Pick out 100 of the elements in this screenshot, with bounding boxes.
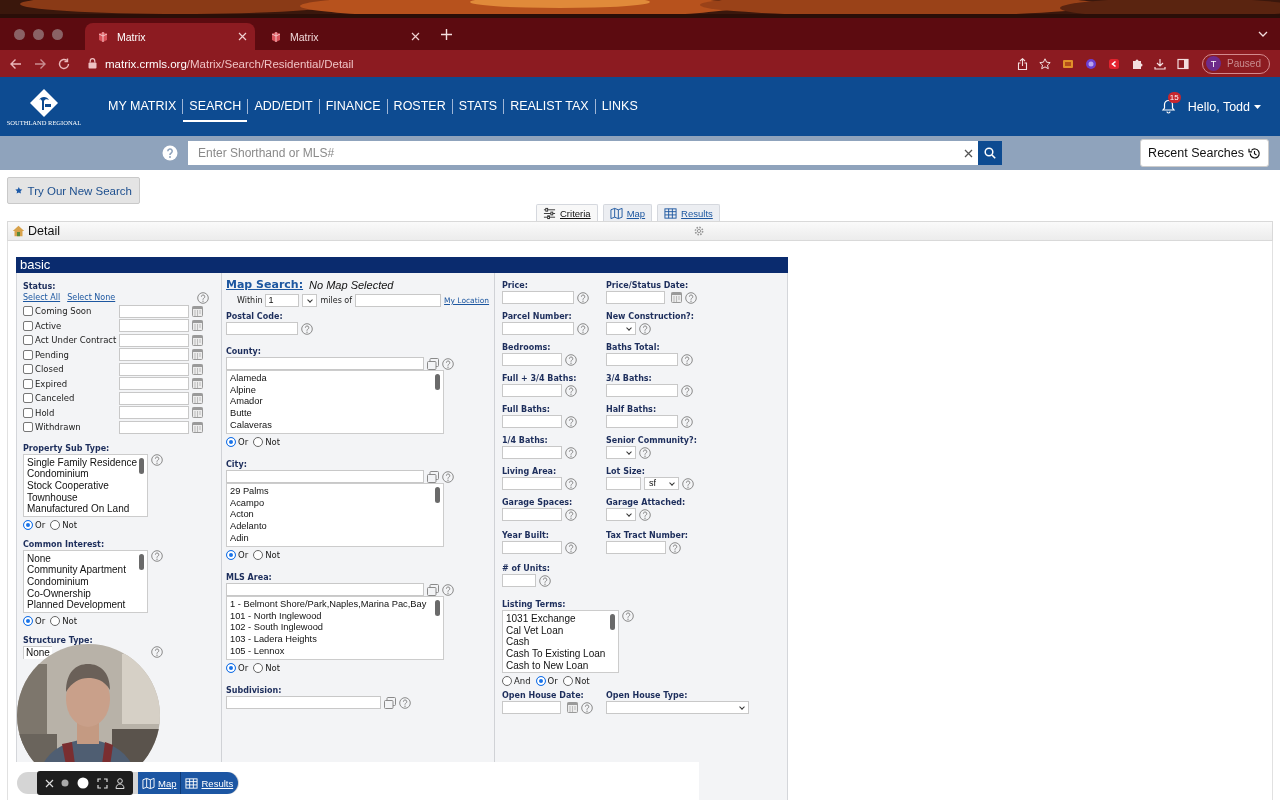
- help-icon[interactable]: [669, 541, 681, 554]
- input-field[interactable]: [355, 294, 442, 307]
- settings-icon[interactable]: [693, 225, 705, 237]
- lookup-icon[interactable]: [427, 583, 439, 596]
- help-icon[interactable]: [151, 645, 163, 658]
- radio-button[interactable]: [253, 550, 264, 560]
- list-box[interactable]: 1031 Exchange Cal Vet Loan Cash Cash To Existing Loan Cash to New Loan: [502, 610, 619, 673]
- help-icon[interactable]: [681, 384, 693, 397]
- chevron-icon[interactable]: [1258, 31, 1268, 37]
- help-icon[interactable]: [577, 322, 589, 335]
- help-icon[interactable]: [539, 574, 551, 587]
- input-field[interactable]: [502, 446, 562, 459]
- list-option[interactable]: Manufactured On Land: [27, 503, 130, 515]
- help-icon[interactable]: [681, 353, 693, 366]
- help-icon[interactable]: [151, 453, 163, 466]
- help-icon[interactable]: [622, 610, 634, 622]
- calendar-icon[interactable]: [192, 305, 203, 317]
- address-text[interactable]: matrix.crmls.org/Matrix/Search/Residential/Detail: [105, 57, 354, 70]
- calendar-icon[interactable]: [192, 392, 203, 404]
- extension-icon[interactable]: [1108, 57, 1121, 70]
- input-field[interactable]: [606, 415, 678, 428]
- nav-link[interactable]: REALIST TAX: [504, 99, 595, 122]
- view-tab[interactable]: Criteria: [536, 204, 598, 221]
- help-icon[interactable]: [639, 322, 651, 335]
- download-icon[interactable]: [1154, 57, 1167, 70]
- list-option[interactable]: Acampo: [230, 497, 265, 510]
- radio-button[interactable]: [253, 437, 264, 447]
- dropdown[interactable]: [606, 322, 636, 335]
- star-icon[interactable]: [1039, 57, 1052, 70]
- list-option[interactable]: Planned Development: [27, 599, 126, 611]
- input-field[interactable]: [502, 353, 562, 366]
- radio-button[interactable]: [226, 437, 236, 447]
- list-option[interactable]: Butte: [230, 408, 252, 420]
- lookup-icon[interactable]: [427, 357, 439, 370]
- checkbox[interactable]: [23, 349, 33, 360]
- search-field[interactable]: Enter Shorthand or MLS#: [188, 141, 958, 165]
- list-option[interactable]: Single Family Residence: [27, 456, 138, 469]
- input-field[interactable]: [502, 701, 561, 714]
- help-icon[interactable]: [577, 291, 589, 304]
- input-field[interactable]: [502, 541, 562, 554]
- help-icon[interactable]: [565, 477, 577, 490]
- radio-button[interactable]: [535, 676, 546, 686]
- close-icon[interactable]: [411, 32, 420, 41]
- list-option[interactable]: Townhouse: [27, 491, 78, 504]
- checkbox[interactable]: [23, 393, 33, 404]
- list-option[interactable]: Alameda: [230, 373, 267, 385]
- list-option[interactable]: Adin: [230, 532, 249, 545]
- calendar-icon[interactable]: [192, 334, 203, 346]
- list-box[interactable]: Single Family Residence Condominium Stock Cooperative Townhouse Manufactured On Land: [23, 453, 148, 517]
- help-icon[interactable]: [151, 549, 163, 562]
- lookup-icon[interactable]: [427, 470, 439, 483]
- forward-icon[interactable]: [34, 57, 46, 70]
- list-option[interactable]: 103 - Ladera Heights: [230, 634, 317, 646]
- nav-link[interactable]: LINKS: [595, 99, 644, 122]
- input-field[interactable]: [606, 541, 666, 554]
- list-option[interactable]: Stock Cooperative: [27, 479, 109, 492]
- scrollbar[interactable]: [610, 614, 615, 630]
- input-field[interactable]: [119, 333, 189, 347]
- radio-button[interactable]: [562, 676, 573, 686]
- select-none-link[interactable]: Select None: [67, 293, 116, 302]
- checkbox[interactable]: [23, 320, 33, 331]
- list-option[interactable]: 1031 Exchange: [506, 613, 576, 625]
- calendar-icon[interactable]: [192, 320, 203, 332]
- browser-tab[interactable]: Matrix: [85, 23, 255, 50]
- help-icon[interactable]: [565, 541, 577, 554]
- input-field[interactable]: [502, 322, 574, 335]
- window-control[interactable]: [14, 28, 25, 40]
- dot-icon[interactable]: [61, 779, 70, 787]
- reload-icon[interactable]: [58, 57, 70, 70]
- list-option[interactable]: 1 - Belmont Shore/Park,Naples,Marina Pac,Bay: [230, 599, 427, 611]
- list-option[interactable]: Co-Ownership: [27, 587, 91, 600]
- input-field[interactable]: [119, 304, 189, 318]
- input-field[interactable]: [226, 583, 424, 596]
- list-option[interactable]: Condominium: [27, 468, 89, 480]
- help-icon[interactable]: [565, 384, 577, 397]
- radio-button[interactable]: [23, 615, 33, 626]
- list-option[interactable]: 29 Palms: [230, 486, 269, 498]
- user-menu[interactable]: Hello, Todd: [1187, 99, 1261, 114]
- nav-link[interactable]: MY MATRIX: [108, 99, 183, 122]
- help-icon[interactable]: [301, 322, 313, 335]
- input-field[interactable]: [502, 384, 562, 397]
- recent-searches-button[interactable]: Recent Searches: [1140, 139, 1269, 167]
- window-control[interactable]: [33, 28, 44, 40]
- nav-link[interactable]: ADD/EDIT: [248, 99, 319, 122]
- input-field[interactable]: [226, 357, 424, 370]
- help-icon[interactable]: [442, 357, 454, 370]
- list-option[interactable]: 105 - Lennox: [230, 645, 285, 658]
- calendar-icon[interactable]: [192, 421, 203, 433]
- list-option[interactable]: Community Apartment: [27, 564, 126, 576]
- input-field[interactable]: [119, 377, 189, 391]
- list-option[interactable]: Condominium: [27, 575, 89, 588]
- help-icon[interactable]: [682, 477, 694, 490]
- input-field[interactable]: [226, 322, 298, 335]
- help-icon[interactable]: [162, 145, 178, 161]
- lookup-icon[interactable]: [384, 696, 396, 709]
- list-option[interactable]: Amador: [230, 396, 263, 409]
- extension-icon[interactable]: [1085, 57, 1098, 70]
- list-option[interactable]: Cal Vet Loan: [506, 624, 564, 637]
- help-icon[interactable]: [639, 446, 651, 459]
- input-field[interactable]: [606, 477, 641, 490]
